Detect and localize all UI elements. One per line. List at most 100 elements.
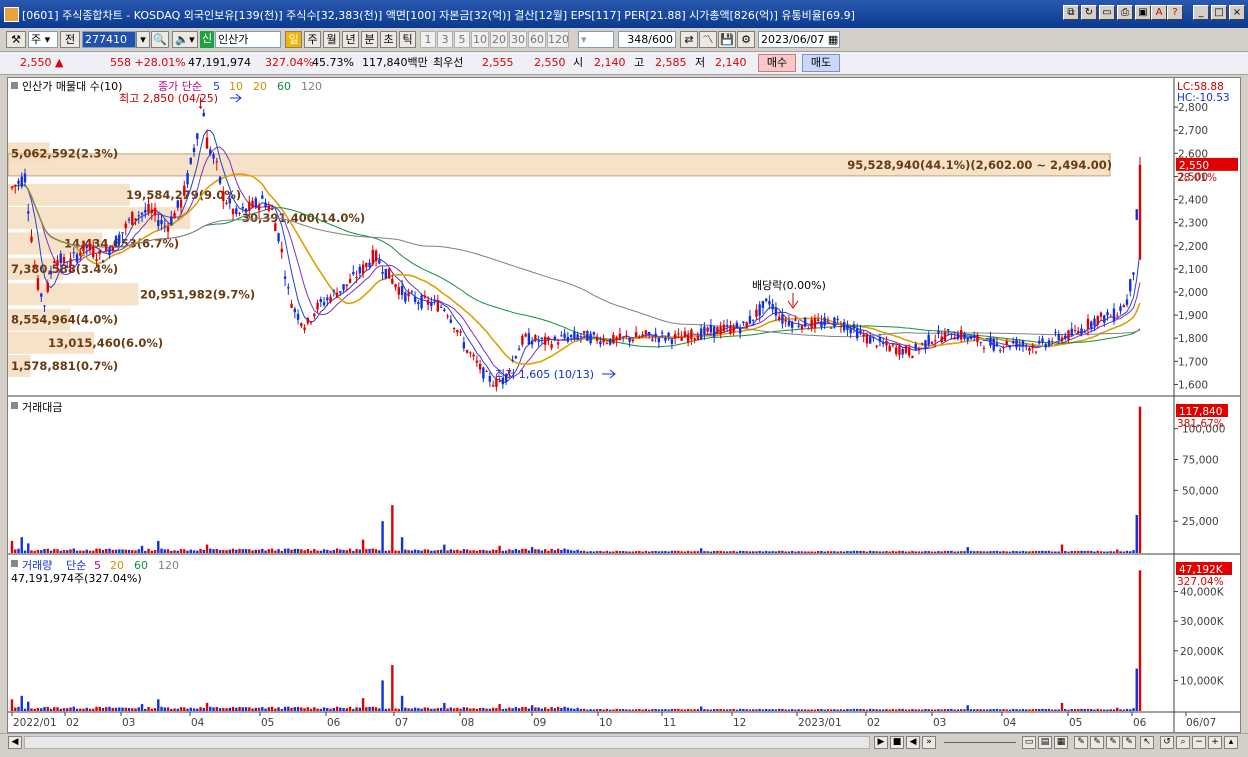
- buy-button[interactable]: 매수: [758, 54, 796, 72]
- volume-bar: [849, 709, 852, 711]
- interval-button[interactable]: 5: [454, 31, 470, 48]
- fix-icon[interactable]: ▣: [1135, 5, 1151, 20]
- stock-code-input[interactable]: 277410: [82, 31, 136, 48]
- volume-bar: [875, 709, 878, 711]
- candle-body: [147, 203, 150, 213]
- panel-bg: [8, 398, 1174, 554]
- reset-icon[interactable]: ↺: [1160, 736, 1174, 749]
- candle-body: [62, 256, 66, 263]
- candle-body: [417, 302, 420, 304]
- trade-value-bar: [725, 551, 729, 553]
- stock-name-field[interactable]: 인산가: [215, 31, 281, 48]
- period-button[interactable]: 주: [304, 31, 321, 48]
- current-price-tag-text: 2,550: [1179, 160, 1209, 172]
- trade-value-bar: [82, 550, 85, 553]
- interval-button[interactable]: 60: [528, 31, 546, 48]
- volume-bar: [1034, 708, 1038, 711]
- period-button[interactable]: 월: [323, 31, 340, 48]
- volume-bar: [358, 707, 362, 711]
- maximize-button[interactable]: □: [1211, 5, 1227, 20]
- volume-bar: [1067, 709, 1070, 711]
- print-icon[interactable]: ⎙: [1117, 5, 1133, 20]
- draw-tool-4-icon[interactable]: ✎: [1122, 736, 1136, 749]
- help-icon[interactable]: ?: [1167, 5, 1183, 20]
- candle-body: [59, 253, 62, 264]
- candle-body: [85, 245, 88, 248]
- volume-bar: [14, 707, 17, 711]
- stock-chart[interactable]: 5,062,592(2.3%) 95,528,940(44.1%)(2,602.0…: [7, 78, 1240, 732]
- cursor-icon[interactable]: ↖: [1140, 736, 1154, 749]
- interval-button[interactable]: 20: [490, 31, 508, 48]
- search-icon[interactable]: 🔍: [151, 31, 169, 48]
- split-icon[interactable]: ▤: [1038, 736, 1052, 749]
- link-icon[interactable]: ⧉: [1063, 5, 1079, 20]
- window-icon[interactable]: ▭: [1099, 5, 1115, 20]
- trade-value-bar: [1112, 551, 1116, 553]
- volume-bar: [212, 707, 215, 711]
- speaker-icon[interactable]: 🔈▾: [172, 31, 198, 48]
- chart-scrollbar[interactable]: ◀ ▶ ■ ◀ » ▭ ▤ ▦ ✎ ✎ ✎ ✎ ↖ ↺ ⌕ − + ▴: [0, 733, 1248, 752]
- grid-icon[interactable]: ▦: [1054, 736, 1068, 749]
- period-button[interactable]: 틱: [399, 31, 416, 48]
- trade-value-bar: [423, 549, 427, 553]
- zoom-out-icon[interactable]: −: [1192, 736, 1206, 749]
- fast-forward-icon[interactable]: »: [922, 736, 936, 749]
- refresh-icon[interactable]: ↻: [1081, 5, 1097, 20]
- scroll-left-icon[interactable]: ◀: [8, 736, 22, 749]
- save-icon[interactable]: 💾: [718, 31, 736, 48]
- volume-pct: 327.04%: [265, 56, 314, 69]
- chart-type-icon[interactable]: 〽: [699, 31, 717, 48]
- draw-tool-icon[interactable]: ✎: [1074, 736, 1088, 749]
- period-button[interactable]: 초: [380, 31, 397, 48]
- font-icon[interactable]: A: [1151, 5, 1167, 20]
- step-back-icon[interactable]: ◀: [906, 736, 920, 749]
- prev-button[interactable]: 전: [60, 31, 80, 48]
- count-field[interactable]: 348/600: [618, 31, 676, 48]
- view-icon[interactable]: ▭: [1022, 736, 1036, 749]
- candle-body: [397, 287, 401, 295]
- close-button[interactable]: ×: [1229, 5, 1245, 20]
- scroll-track[interactable]: [24, 736, 870, 749]
- settings-icon[interactable]: ⚙: [737, 31, 755, 48]
- interval-button[interactable]: 10: [471, 31, 489, 48]
- interval-button[interactable]: 3: [437, 31, 453, 48]
- y-tick-label: 2,300: [1178, 218, 1208, 230]
- period-button[interactable]: 년: [342, 31, 359, 48]
- trade-value-bar: [719, 550, 722, 553]
- volume-bar: [1028, 709, 1031, 711]
- chart-area[interactable]: 5,062,592(2.3%) 95,528,940(44.1%)(2,602.0…: [7, 77, 1241, 733]
- volume-bar: [40, 708, 43, 711]
- play-icon[interactable]: ▶: [874, 736, 888, 749]
- zoom-search-icon[interactable]: ⌕: [1176, 736, 1190, 749]
- candle-body: [803, 317, 807, 327]
- code-dropdown-icon[interactable]: ▾: [136, 31, 150, 48]
- volume-bar: [729, 709, 732, 711]
- volume-bar: [1132, 708, 1135, 711]
- interval-button[interactable]: 30: [509, 31, 527, 48]
- candle-body: [475, 360, 479, 363]
- period-button[interactable]: 일: [285, 31, 302, 48]
- interval-input[interactable]: ▾: [578, 31, 614, 48]
- zoom-in-icon[interactable]: +: [1208, 736, 1222, 749]
- zoom-reset-icon[interactable]: ▴: [1224, 736, 1238, 749]
- candle-body: [290, 303, 293, 308]
- period-button[interactable]: 분: [361, 31, 378, 48]
- tool-icon[interactable]: ⚒: [6, 31, 26, 48]
- sell-button[interactable]: 매도: [802, 54, 840, 72]
- compare-icon[interactable]: ⇄: [680, 31, 698, 48]
- volume-bar: [290, 707, 293, 711]
- trade-value-bar: [1015, 551, 1018, 553]
- interval-button[interactable]: 1: [420, 31, 436, 48]
- draw-tool-2-icon[interactable]: ✎: [1090, 736, 1104, 749]
- interval-button[interactable]: 120: [547, 31, 569, 48]
- market-select[interactable]: 주 ▾: [28, 31, 58, 48]
- stop-icon[interactable]: ■: [890, 736, 904, 749]
- minimize-button[interactable]: _: [1193, 5, 1209, 20]
- zoom-slider[interactable]: [944, 742, 1016, 743]
- volume-bar: [937, 709, 940, 711]
- draw-tool-3-icon[interactable]: ✎: [1106, 736, 1120, 749]
- trade-value-bar: [690, 551, 693, 553]
- date-input[interactable]: 2023/06/07 ▦: [758, 31, 840, 48]
- candle-body: [433, 299, 436, 301]
- candle-body: [921, 343, 924, 345]
